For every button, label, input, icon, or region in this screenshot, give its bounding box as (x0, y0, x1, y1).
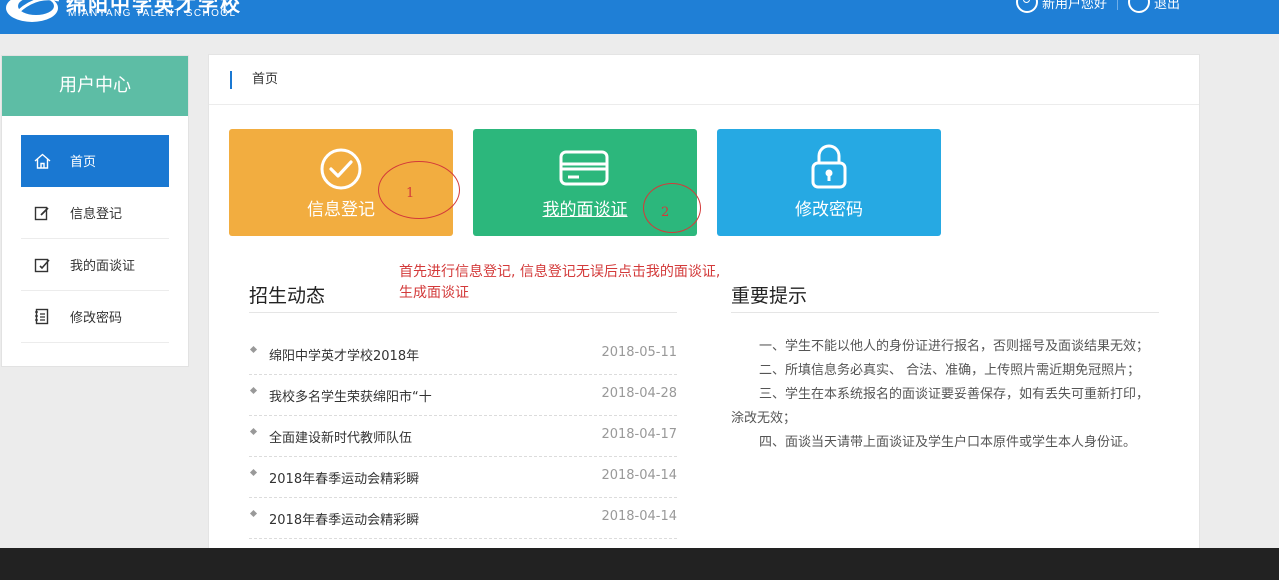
bullet-icon (249, 509, 258, 518)
user-area: 新用户您好 退出 (1016, 0, 1180, 14)
tip-item: 四、面谈当天请带上面谈证及学生户口本原件或学生本人身份证。 (759, 435, 1137, 450)
news-date: 2018-04-17 (601, 427, 677, 442)
annotation-note: 首先进行信息登记, 信息登记无误后点击我的面谈证, 生成面谈证 (399, 262, 720, 304)
main-panel: 首页 信息登记 我的面谈证 修改密码 1 2 首先进行信息登记, 信息登记无误后… (208, 54, 1200, 554)
bullet-icon (249, 427, 258, 436)
top-header: 绵阳中学英才学校 MIANYANG TALENT SCHOOL 新用户您好 退出 (0, 0, 1279, 34)
news-item[interactable]: 绵阳中学英才学校2018年 2018-05-11 (249, 334, 677, 375)
news-date: 2018-04-14 (601, 468, 677, 483)
tips-divider (731, 312, 1159, 313)
news-title-link[interactable]: 我校多名学生荣获绵阳市“十 (269, 386, 432, 405)
card-label: 修改密码 (795, 200, 863, 220)
sidebar: 用户中心 首页 信息登记 我的面谈证 修改密码 (1, 55, 189, 367)
change-password-card[interactable]: 修改密码 (717, 129, 941, 236)
tip-item: 三、学生在本系统报名的面谈证要妥善保存，如有丢失可重新打印，涂改无效； (731, 387, 1150, 426)
edit-icon (33, 204, 51, 222)
sidebar-item-home[interactable]: 首页 (21, 135, 169, 187)
greeting-link[interactable]: 新用户您好 (1042, 0, 1107, 12)
news-title: 招生动态 (249, 285, 326, 307)
check-circle-icon (320, 148, 362, 190)
tip-item: 一、学生不能以他人的身份证进行报名，否则摇号及面谈结果无效； (759, 339, 1150, 354)
news-item[interactable]: 2018年春季运动会精彩瞬 2018-04-14 (249, 457, 677, 498)
power-icon[interactable] (1128, 0, 1151, 13)
tip-item: 二、所填信息务必真实、 合法、准确，上传照片需近期免冠照片； (759, 363, 1141, 378)
news-title-link[interactable]: 绵阳中学英才学校2018年 (269, 345, 419, 364)
notebook-icon (33, 308, 51, 326)
annotation-circle-2 (643, 183, 701, 233)
news-date: 2018-04-28 (601, 386, 677, 401)
school-logo-icon (6, 0, 59, 22)
note-line-1: 首先进行信息登记, 信息登记无误后点击我的面谈证, (399, 264, 721, 280)
certificate-icon (33, 256, 51, 274)
news-divider (249, 312, 677, 313)
bullet-icon (249, 345, 258, 354)
sidebar-item-label: 信息登记 (70, 207, 123, 222)
sidebar-menu: 首页 信息登记 我的面谈证 修改密码 (2, 116, 188, 343)
news-item[interactable]: 2018年春季运动会精彩瞬 2018-04-14 (249, 498, 677, 539)
school-name-en: MIANYANG TALENT SCHOOL (68, 8, 237, 19)
bullet-icon (249, 468, 258, 477)
annotation-number-1: 1 (406, 186, 415, 201)
footer-bar (0, 548, 1279, 580)
news-title-link[interactable]: 2018年春季运动会精彩瞬 (269, 468, 419, 487)
news-title-link[interactable]: 2018年春季运动会精彩瞬 (269, 509, 419, 528)
news-date: 2018-05-11 (601, 345, 677, 360)
breadcrumb-marker (230, 71, 232, 89)
lock-icon (811, 144, 847, 189)
news-title-link[interactable]: 全面建设新时代教师队伍 (269, 427, 412, 446)
news-item[interactable]: 我校多名学生荣获绵阳市“十 2018-04-28 (249, 375, 677, 416)
logout-link[interactable]: 退出 (1154, 0, 1180, 12)
card-icon (559, 150, 609, 186)
tips-list: 一、学生不能以他人的身份证进行报名，否则摇号及面谈结果无效； 二、所填信息务必真… (731, 335, 1159, 455)
annotation-circle-1 (378, 161, 460, 219)
sidebar-item-label: 修改密码 (70, 311, 123, 326)
user-icon (1016, 0, 1038, 13)
breadcrumb: 首页 (209, 55, 1199, 105)
tips-title: 重要提示 (731, 285, 808, 307)
sidebar-title: 用户中心 (2, 56, 188, 116)
sidebar-item-info-register[interactable]: 信息登记 (21, 187, 169, 239)
news-item[interactable]: 全面建设新时代教师队伍 2018-04-17 (249, 416, 677, 457)
news-date: 2018-04-14 (601, 509, 677, 524)
home-icon (33, 152, 51, 170)
note-line-2: 生成面谈证 (399, 285, 469, 301)
breadcrumb-current[interactable]: 首页 (252, 71, 278, 89)
news-list: 绵阳中学英才学校2018年 2018-05-11 我校多名学生荣获绵阳市“十 2… (249, 334, 677, 539)
sidebar-item-label: 首页 (70, 155, 97, 170)
sidebar-item-change-password[interactable]: 修改密码 (21, 291, 169, 343)
bullet-icon (249, 386, 258, 395)
sidebar-item-label: 我的面谈证 (70, 259, 136, 274)
sidebar-item-certificate[interactable]: 我的面谈证 (21, 239, 169, 291)
annotation-number-2: 2 (661, 205, 670, 220)
divider (1117, 0, 1119, 10)
